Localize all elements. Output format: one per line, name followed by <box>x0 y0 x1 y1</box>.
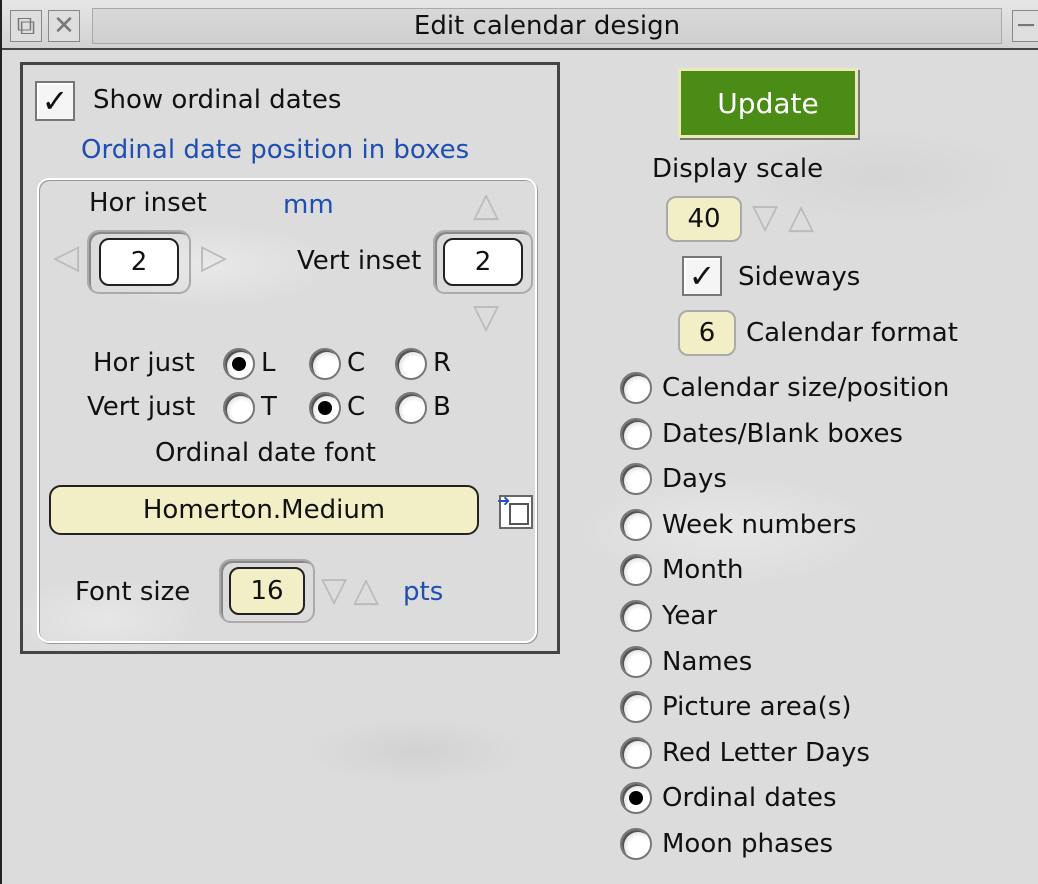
hor-just-l-label: L <box>261 348 276 378</box>
calendar-format-field[interactable]: 6 <box>678 310 736 356</box>
section-label: Moon phases <box>662 829 833 859</box>
radio-selected-dot <box>232 357 246 371</box>
vert-just-c-label: C <box>347 392 366 422</box>
section-option[interactable]: Red Letter Days <box>620 736 870 769</box>
font-size-up-icon[interactable]: △ <box>353 573 379 607</box>
hor-just-c-label: C <box>347 348 366 378</box>
hor-inset-field[interactable]: 2 <box>99 238 179 286</box>
section-label: Ordinal dates <box>662 783 837 814</box>
section-radio[interactable] <box>620 372 652 404</box>
vert-inset-label: Vert inset <box>297 246 422 276</box>
show-ordinal-dates-checkbox[interactable]: ✓ <box>35 81 75 121</box>
section-option[interactable]: Month <box>620 554 744 587</box>
hor-just-r-radio[interactable] <box>395 348 427 380</box>
section-option[interactable]: Dates/Blank boxes <box>620 417 903 450</box>
arrow-right-icon[interactable]: ▷ <box>201 240 227 274</box>
section-radio[interactable] <box>620 691 652 724</box>
hor-just-l-radio[interactable] <box>223 348 255 380</box>
section-label: Red Letter Days <box>662 737 870 768</box>
font-size-field[interactable]: 16 <box>229 567 305 615</box>
section-label: Year <box>662 601 718 631</box>
font-size-label: Font size <box>75 577 191 607</box>
section-label: Picture area(s) <box>662 692 852 723</box>
section-label: Month <box>662 555 744 586</box>
scale-down-icon[interactable]: ▽ <box>752 200 778 234</box>
font-menu-icon[interactable] <box>497 491 533 529</box>
section-label: Days <box>662 464 727 495</box>
section-radio[interactable] <box>620 554 652 587</box>
hor-just-c-radio[interactable] <box>309 348 341 380</box>
show-ordinal-dates-label: Show ordinal dates <box>93 85 342 115</box>
section-option[interactable]: Ordinal dates <box>620 782 837 815</box>
section-option[interactable]: Days <box>620 463 727 496</box>
hor-just-label: Hor just <box>93 348 195 378</box>
vert-just-b-label: B <box>433 392 451 422</box>
scale-up-icon[interactable]: △ <box>788 200 814 234</box>
section-radio[interactable] <box>620 828 652 860</box>
close-icon[interactable]: ✕ <box>48 10 80 42</box>
section-option[interactable]: Names <box>620 645 753 678</box>
section-title: Ordinal date position in boxes <box>81 135 470 165</box>
font-size-down-icon[interactable]: ▽ <box>321 573 347 607</box>
section-radio[interactable] <box>620 508 652 541</box>
section-label: Dates/Blank boxes <box>662 418 903 449</box>
sideways-label: Sideways <box>738 262 861 292</box>
section-option[interactable]: Year <box>620 600 717 632</box>
section-radio[interactable] <box>620 417 652 450</box>
section-radio[interactable] <box>620 782 652 815</box>
section-option[interactable]: Moon phases <box>620 828 833 860</box>
arrow-up-icon[interactable]: △ <box>473 188 499 222</box>
section-label: Calendar size/position <box>662 373 950 403</box>
hor-just-r-label: R <box>433 348 452 378</box>
arrow-down-icon[interactable]: ▽ <box>473 300 499 334</box>
font-size-unit: pts <box>403 577 444 607</box>
section-label: Names <box>662 646 753 677</box>
toggle-size-icon[interactable]: ─ <box>1012 10 1038 42</box>
vert-just-label: Vert just <box>87 392 196 422</box>
section-radio[interactable] <box>620 645 652 678</box>
vert-just-c-radio[interactable] <box>309 392 341 424</box>
calendar-format-label: Calendar format <box>746 318 958 348</box>
window-title[interactable]: Edit calendar design <box>92 8 1002 44</box>
sideways-checkbox[interactable]: ✓ <box>682 256 722 296</box>
vert-inset-field[interactable]: 2 <box>443 238 523 286</box>
update-button[interactable]: Update <box>678 68 858 138</box>
section-option[interactable]: Calendar size/position <box>620 372 949 404</box>
back-icon[interactable]: ⧉ <box>10 10 42 42</box>
font-name-field[interactable]: Homerton.Medium <box>49 485 479 535</box>
section-option[interactable]: Picture area(s) <box>620 691 852 724</box>
display-scale-field[interactable]: 40 <box>666 196 742 242</box>
display-scale-label: Display scale <box>652 154 824 184</box>
edit-calendar-design-window: ⧉ ✕ Edit calendar design ─ ✓ Show ordina… <box>0 0 1038 884</box>
section-label: Week numbers <box>662 509 857 540</box>
font-label: Ordinal date font <box>155 438 376 468</box>
section-radio[interactable] <box>620 736 652 769</box>
vert-just-t-radio[interactable] <box>223 392 255 424</box>
title-bar[interactable]: ⧉ ✕ Edit calendar design ─ <box>2 0 1038 50</box>
section-radio[interactable] <box>620 600 652 632</box>
ordinal-dates-panel: ✓ Show ordinal dates Ordinal date positi… <box>20 62 560 654</box>
unit-mm: mm <box>283 190 334 220</box>
hor-inset-label: Hor inset <box>89 188 207 218</box>
section-option[interactable]: Week numbers <box>620 508 857 541</box>
vert-just-b-radio[interactable] <box>395 392 427 424</box>
section-radio[interactable] <box>620 463 652 496</box>
arrow-left-icon[interactable]: ◁ <box>53 240 79 274</box>
vert-just-t-label: T <box>261 392 277 422</box>
radio-selected-dot <box>629 791 643 806</box>
radio-selected-dot <box>318 401 332 415</box>
